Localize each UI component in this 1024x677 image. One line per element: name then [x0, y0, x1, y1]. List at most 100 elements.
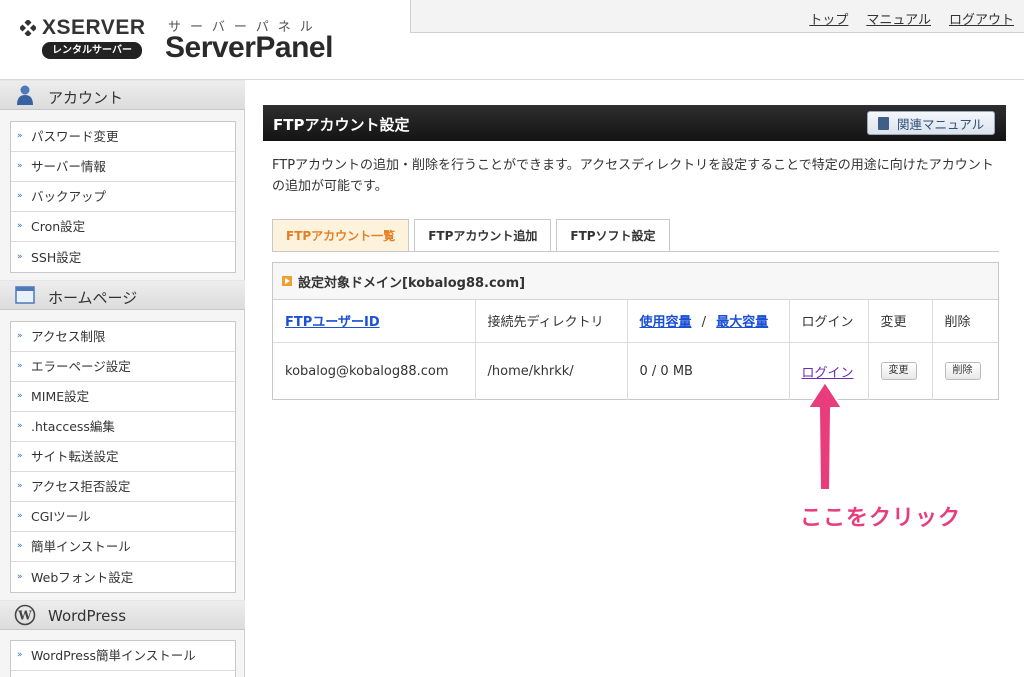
- sidebar-item-label: サイト転送設定: [31, 449, 119, 464]
- table-header-row: FTPユーザーID 接続先ディレクトリ 使用容量 / 最大容量 ログイン 変更 …: [273, 300, 998, 343]
- domain-bar: 設定対象ドメイン[kobalog88.com]: [273, 263, 998, 300]
- ftp-account-table: FTPユーザーID 接続先ディレクトリ 使用容量 / 最大容量 ログイン 変更 …: [273, 300, 998, 400]
- cell-change: 変更: [868, 342, 933, 400]
- column-header-change: 変更: [868, 300, 933, 343]
- window-icon: [15, 286, 35, 304]
- delete-button[interactable]: 削除: [944, 362, 981, 381]
- sidebar-item-label: エラーページ設定: [31, 359, 131, 374]
- arrow-icon: »: [17, 421, 23, 431]
- user-icon: [17, 85, 33, 105]
- wordpress-icon: W: [14, 604, 36, 626]
- sidebar-item-label: アクセス拒否設定: [31, 479, 131, 494]
- header: XSERVER レンタルサーバー サーバーパネル ServerPanel トップ…: [0, 0, 1024, 80]
- sidebar-item-wordpress-install[interactable]: » WordPress簡単インストール: [11, 641, 235, 671]
- sidebar-section-wordpress: W WordPress: [0, 600, 245, 630]
- sidebar-item-label: CGIツール: [31, 509, 91, 524]
- annotation-text: ここをクリック: [800, 506, 962, 531]
- brand-name: XSERVER: [42, 16, 146, 39]
- sidebar-item-next[interactable]: [11, 671, 235, 677]
- sidebar-item-label: パスワード変更: [31, 129, 119, 144]
- related-manual-label: 関連マニュアル: [897, 116, 985, 132]
- arrow-icon: »: [17, 191, 23, 201]
- sidebar-item-cgi[interactable]: » CGIツール: [11, 502, 235, 532]
- sidebar-menu-wordpress: » WordPress簡単インストール: [10, 640, 236, 677]
- ftp-account-table-box: 設定対象ドメイン[kobalog88.com] FTPユーザーID 接続先ディレ…: [272, 262, 999, 400]
- cell-directory: /home/khrkk/: [475, 342, 628, 400]
- tab-ftp-account-add[interactable]: FTPアカウント追加: [414, 219, 552, 252]
- arrow-icon: »: [17, 451, 23, 461]
- column-header-login: ログイン: [789, 300, 869, 343]
- tab-bar: FTPアカウント一覧 FTPアカウント追加 FTPソフト設定: [272, 219, 670, 252]
- arrow-icon: »: [17, 391, 23, 401]
- xserver-logo[interactable]: XSERVER レンタルサーバー サーバーパネル ServerPanel: [20, 14, 350, 74]
- tab-ftp-account-list[interactable]: FTPアカウント一覧: [272, 219, 410, 252]
- sidebar-section-title: ホームページ: [48, 289, 138, 307]
- brand-badge: レンタルサーバー: [42, 42, 142, 59]
- capacity-separator: /: [701, 315, 707, 331]
- column-header-capacity: 使用容量 / 最大容量: [627, 300, 790, 343]
- table-row: kobalog@kobalog88.com /home/khrkk/ 0 / 0…: [273, 342, 998, 400]
- domain-marker-icon: [282, 276, 292, 286]
- arrow-icon: »: [17, 251, 23, 262]
- arrow-icon: »: [17, 511, 23, 521]
- sidebar-item-label: MIME設定: [31, 389, 90, 404]
- top-links: トップ マニュアル ログアウト: [809, 9, 1014, 28]
- logout-link[interactable]: ログアウト: [949, 9, 1014, 28]
- sidebar-item-label: アクセス制限: [31, 329, 106, 344]
- cell-capacity: 0 / 0 MB: [627, 342, 790, 400]
- svg-text:W: W: [17, 609, 32, 623]
- top-link[interactable]: トップ: [809, 9, 848, 28]
- sidebar-item-label: .htaccess編集: [31, 419, 115, 434]
- sidebar-item-server-info[interactable]: » サーバー情報: [11, 152, 235, 182]
- sidebar-section-title: アカウント: [48, 89, 124, 107]
- sidebar-item-ssh[interactable]: » SSH設定: [11, 242, 235, 272]
- sidebar-item-access-deny[interactable]: » アクセス拒否設定: [11, 472, 235, 502]
- sidebar-item-label: Webフォント設定: [31, 569, 134, 585]
- sidebar-item-mime[interactable]: » MIME設定: [11, 382, 235, 412]
- sidebar-item-access-limit[interactable]: » アクセス制限: [11, 322, 235, 352]
- arrow-icon: »: [17, 161, 23, 171]
- annotation-arrow: [807, 381, 843, 491]
- sidebar-item-password[interactable]: » パスワード変更: [11, 122, 235, 152]
- column-header-user-id: FTPユーザーID: [273, 300, 476, 343]
- change-button[interactable]: 変更: [880, 362, 917, 381]
- sidebar-item-easy-install[interactable]: » 簡単インストール: [11, 532, 235, 562]
- cell-user-id: kobalog@kobalog88.com: [273, 342, 476, 400]
- arrow-icon: »: [17, 131, 23, 141]
- sidebar-item-cron[interactable]: » Cron設定: [11, 212, 235, 242]
- sidebar-item-error-page[interactable]: » エラーページ設定: [11, 352, 235, 382]
- sidebar-item-label: 簡単インストール: [31, 539, 131, 554]
- sidebar-section-title: WordPress: [48, 607, 127, 625]
- page-description: FTPアカウントの追加・削除を行うことができます。アクセスディレクトリを設定する…: [272, 158, 994, 194]
- sidebar-item-webfont[interactable]: » Webフォント設定: [11, 562, 235, 592]
- arrow-icon: »: [17, 331, 23, 341]
- panel-header: FTPアカウント設定 関連マニュアル: [263, 105, 1006, 141]
- sidebar-item-label: SSH設定: [31, 249, 82, 265]
- sidebar-item-label: サーバー情報: [31, 159, 106, 174]
- sidebar-item-label: Cron設定: [31, 219, 86, 234]
- manual-link[interactable]: マニュアル: [866, 9, 931, 28]
- arrow-icon: »: [17, 221, 23, 231]
- tab-divider: [272, 251, 999, 252]
- sort-by-used-link[interactable]: 使用容量: [640, 315, 692, 330]
- sidebar-item-htaccess[interactable]: » .htaccess編集: [11, 412, 235, 442]
- sidebar-item-site-transfer[interactable]: » サイト転送設定: [11, 442, 235, 472]
- tab-ftp-software-settings[interactable]: FTPソフト設定: [556, 219, 670, 252]
- book-icon: [878, 116, 889, 130]
- page-title: FTPアカウント設定: [273, 116, 410, 134]
- column-header-directory: 接続先ディレクトリ: [475, 300, 628, 343]
- arrow-icon: »: [17, 361, 23, 371]
- sidebar-item-backup[interactable]: » バックアップ: [11, 182, 235, 212]
- sort-by-max-link[interactable]: 最大容量: [716, 315, 768, 330]
- sidebar-menu-homepage: » アクセス制限 » エラーページ設定 » MIME設定 » .htaccess編集 »…: [10, 321, 236, 593]
- sidebar-section-account: アカウント: [0, 80, 245, 110]
- domain-label: 設定対象ドメイン[kobalog88.com]: [298, 276, 526, 291]
- arrow-icon: »: [17, 571, 23, 582]
- related-manual-button[interactable]: 関連マニュアル: [867, 111, 995, 135]
- cell-delete: 削除: [932, 342, 998, 400]
- sidebar-item-label: WordPress簡単インストール: [31, 648, 196, 663]
- column-header-delete: 削除: [932, 300, 998, 343]
- arrow-icon: »: [17, 650, 23, 660]
- sidebar-menu-account: » パスワード変更 » サーバー情報 » バックアップ » Cron設定 » SSH設定: [10, 121, 236, 273]
- sort-by-user-id-link[interactable]: FTPユーザーID: [285, 315, 380, 330]
